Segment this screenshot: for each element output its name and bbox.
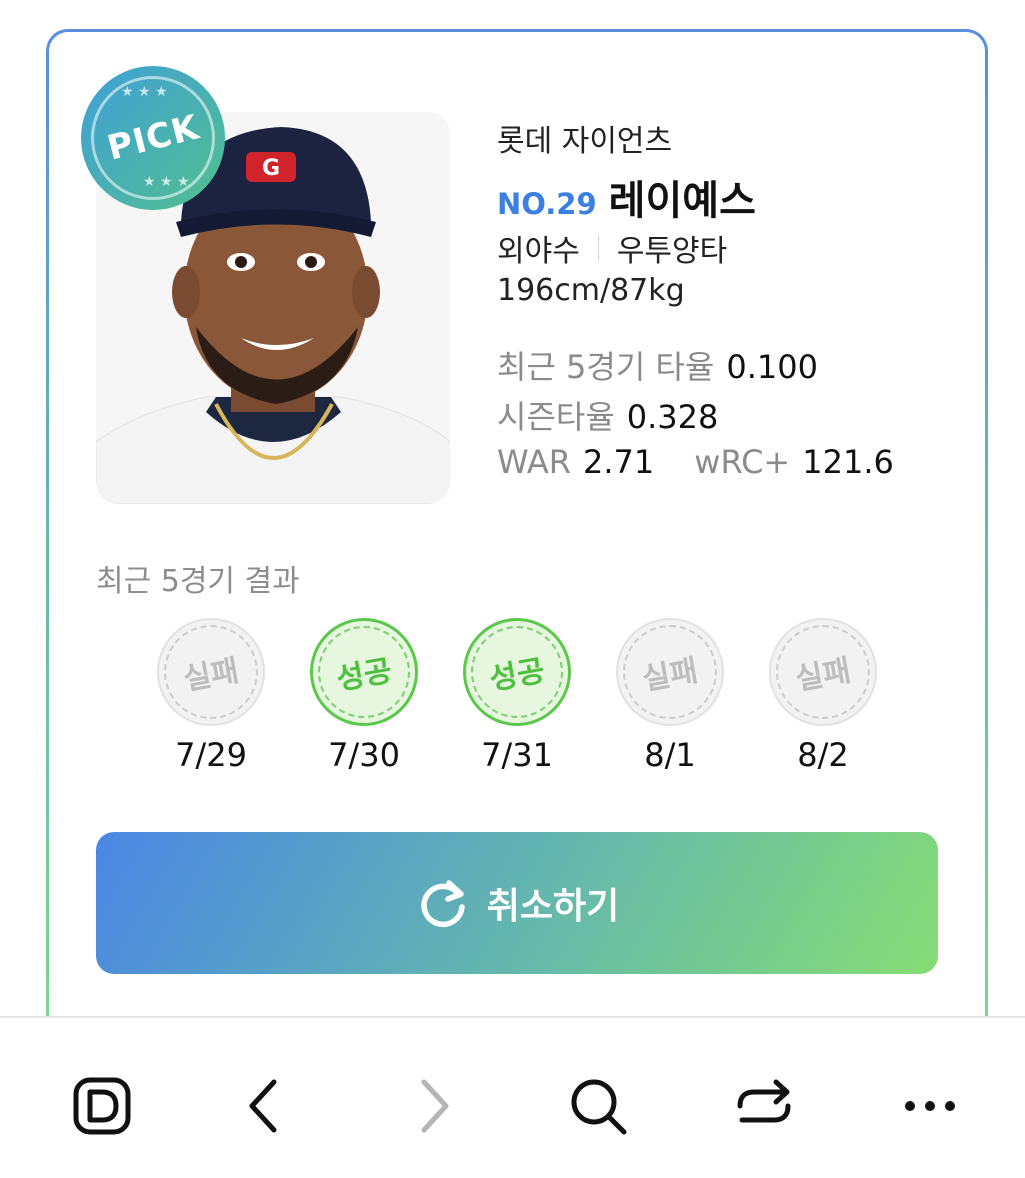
pick-badge: ★ ★ ★ PICK ★ ★ ★ [81, 66, 225, 210]
cancel-button-label: 취소하기 [486, 885, 620, 926]
tabs-switch-button[interactable] [724, 1066, 804, 1146]
stat-label: wRC+ [694, 443, 791, 481]
result-stamp: 실패 [157, 618, 265, 726]
result-item: 실패 8/2 [768, 618, 878, 774]
star-icon: ★ ★ ★ [121, 84, 168, 100]
result-date: 7/31 [481, 736, 553, 774]
player-position: 외야수 [497, 234, 580, 269]
result-date: 8/1 [644, 736, 696, 774]
stat-value: 2.71 [583, 443, 655, 481]
result-date: 8/2 [797, 736, 849, 774]
result-date: 7/29 [175, 736, 247, 774]
stat-value: 0.100 [726, 348, 818, 386]
stat-season-avg: 시즌타율 0.328 [497, 392, 718, 438]
forward-button[interactable] [392, 1066, 472, 1146]
stat-label: 시즌타율 [497, 398, 615, 436]
result-stamp: 실패 [616, 618, 724, 726]
player-bats-throws: 우투양타 [616, 234, 728, 269]
browser-bottom-bar [0, 1016, 1025, 1178]
result-item: 실패 8/1 [615, 618, 725, 774]
result-label: 실패 [181, 653, 242, 698]
refresh-icon [421, 880, 465, 928]
player-name: 레이예스 [608, 178, 756, 224]
d-logo-button[interactable] [62, 1066, 142, 1146]
divider [597, 235, 599, 261]
forward-icon [421, 1079, 449, 1133]
result-date: 7/30 [328, 736, 400, 774]
result-label: 실패 [793, 653, 854, 698]
recent-results-title: 최근 5경기 결과 [96, 564, 300, 599]
search-icon [571, 1079, 627, 1135]
back-button[interactable] [226, 1066, 306, 1146]
position-row: 외야수 우투양타 [497, 226, 727, 270]
player-name-row: NO.29 레이예스 [497, 168, 756, 226]
search-button[interactable] [558, 1066, 638, 1146]
result-label: 성공 [487, 653, 548, 698]
stat-value: 0.328 [626, 398, 719, 436]
player-pick-card: G ★ ★ ★ PICK ★ ★ ★ 롯데 자이언츠 NO.29 레이예스 외야… [46, 29, 988, 1129]
cancel-pick-button[interactable]: 취소하기 [96, 832, 938, 974]
result-item: 성공 7/31 [462, 618, 572, 774]
more-icon [905, 1101, 955, 1111]
pick-badge-label: PICK [103, 107, 203, 169]
stat-recent-avg: 최근 5경기 타율 0.100 [497, 342, 818, 388]
stat-label: WAR [497, 443, 572, 481]
result-item: 실패 7/29 [156, 618, 266, 774]
team-name: 롯데 자이언츠 [497, 124, 673, 159]
result-item: 성공 7/30 [309, 618, 419, 774]
result-stamp: 실패 [769, 618, 877, 726]
result-stamp: 성공 [310, 618, 418, 726]
result-label: 성공 [334, 653, 395, 698]
stat-value: 121.6 [802, 443, 894, 481]
back-icon [249, 1079, 277, 1133]
recent-results-list: 실패 7/29 성공 7/30 성공 7/31 실패 8/1 실패 8/2 [156, 618, 878, 778]
star-icon: ★ ★ ★ [143, 174, 190, 190]
stat-label: 최근 5경기 타율 [497, 348, 715, 386]
svg-text:G: G [262, 156, 280, 181]
more-button[interactable] [890, 1066, 970, 1146]
stat-war-wrc: WAR 2.71 wRC+ 121.6 [497, 443, 894, 481]
player-body: 196cm/87kg [497, 273, 685, 308]
result-stamp: 성공 [463, 618, 571, 726]
tabs-switch-icon [737, 1079, 791, 1123]
card-body: G ★ ★ ★ PICK ★ ★ ★ 롯데 자이언츠 NO.29 레이예스 외야… [49, 32, 985, 1126]
player-number: NO.29 [497, 187, 597, 221]
d-logo-icon [73, 1077, 131, 1135]
result-label: 실패 [640, 653, 701, 698]
